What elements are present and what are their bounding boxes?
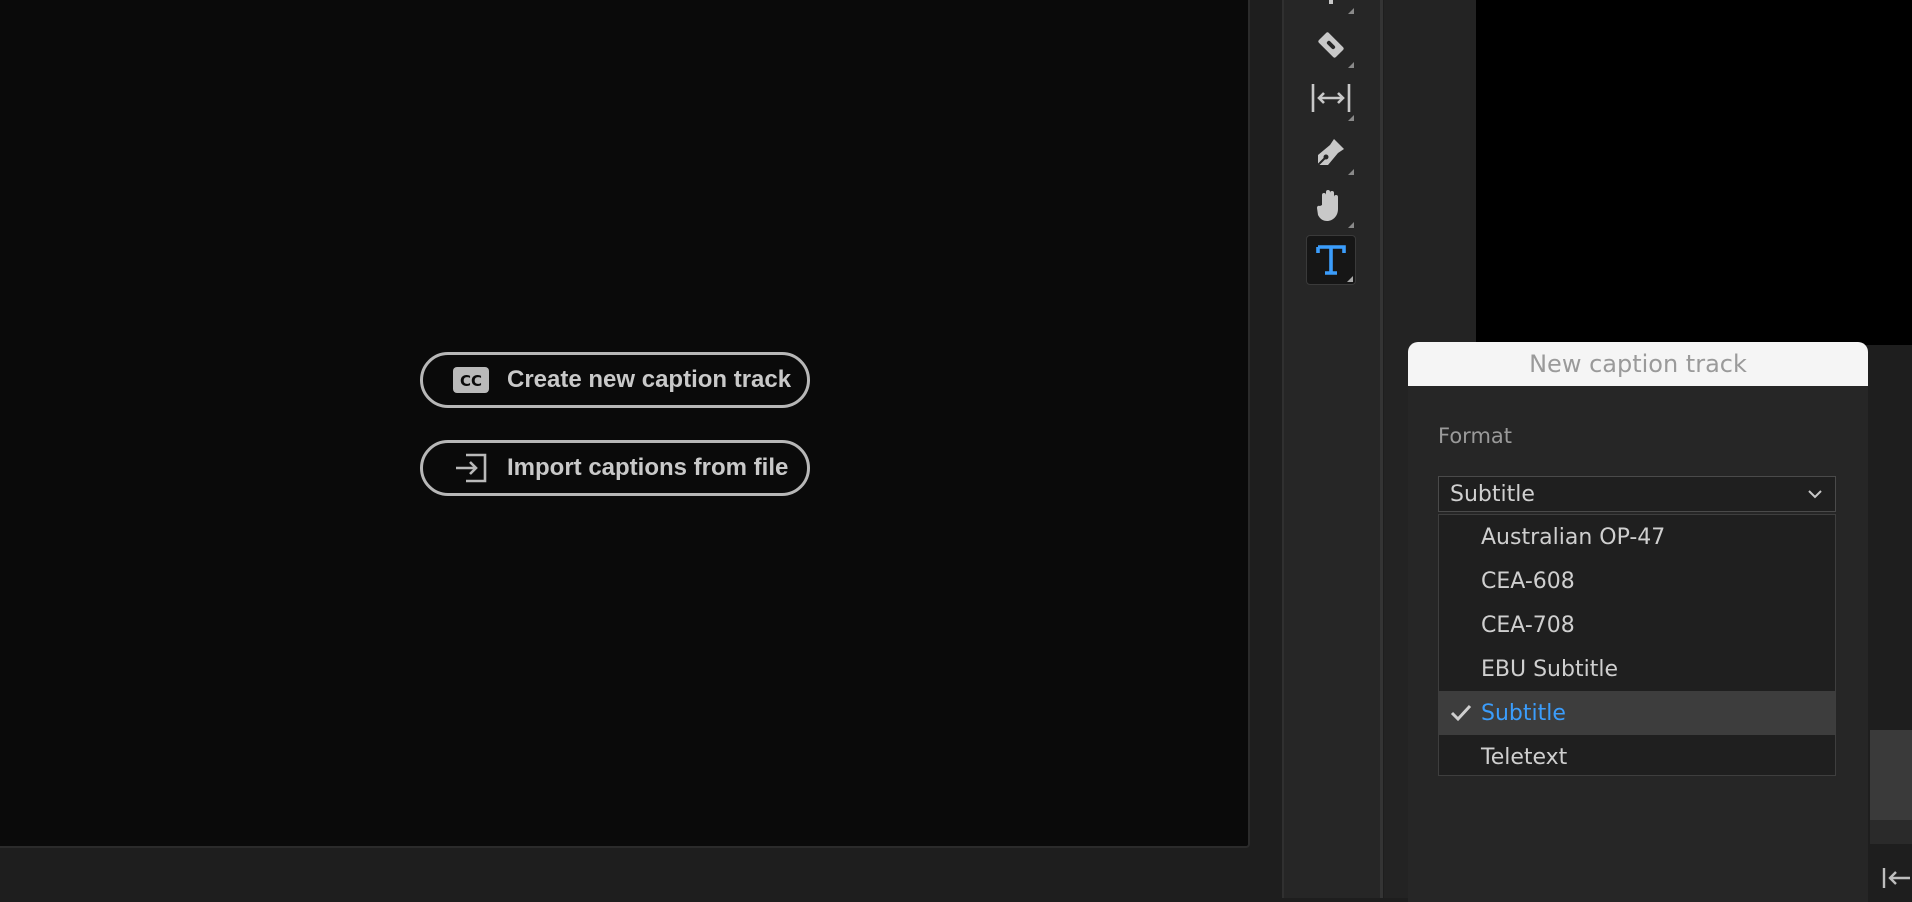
dialog-title: New caption track	[1408, 342, 1868, 386]
format-option-cea-608[interactable]: CEA-608	[1439, 559, 1835, 603]
format-select[interactable]: Subtitle	[1438, 476, 1836, 512]
type-tool[interactable]	[1306, 235, 1356, 285]
razor-blade-icon	[1318, 32, 1344, 58]
program-monitor-area	[1476, 0, 1912, 345]
format-dropdown-list: Australian OP-47 CEA-608 CEA-708 EBU Sub…	[1438, 514, 1836, 776]
hand-icon	[1316, 190, 1338, 221]
format-option-cea-708[interactable]: CEA-708	[1439, 603, 1835, 647]
captions-panel: CC Create new caption track Import capti…	[0, 0, 1250, 848]
format-option-teletext[interactable]: Teletext	[1439, 735, 1835, 779]
right-edge-panel-bar	[1870, 820, 1912, 844]
right-edge-panel	[1870, 730, 1912, 820]
create-caption-track-label: Create new caption track	[507, 366, 792, 393]
svg-text:CC: CC	[460, 372, 482, 390]
checkmark-icon	[1450, 704, 1472, 722]
slip-tool[interactable]	[1306, 73, 1356, 123]
pen-icon	[1317, 139, 1344, 166]
import-captions-label: Import captions from file	[507, 454, 789, 481]
option-label: EBU Subtitle	[1481, 656, 1618, 682]
format-option-ebu-subtitle[interactable]: EBU Subtitle	[1439, 647, 1835, 691]
hand-tool[interactable]	[1306, 180, 1356, 230]
pen-tool[interactable]	[1306, 127, 1356, 177]
option-label: Australian OP-47	[1481, 524, 1666, 550]
import-icon	[453, 453, 489, 483]
type-t-icon	[1316, 245, 1346, 275]
panel-divider[interactable]	[1250, 0, 1276, 898]
go-to-in-icon[interactable]	[1880, 864, 1912, 892]
slip-arrows-icon	[1311, 84, 1351, 112]
import-captions-button[interactable]: Import captions from file	[420, 440, 810, 496]
create-caption-track-button[interactable]: CC Create new caption track	[420, 352, 810, 408]
chevron-down-icon	[1808, 490, 1822, 499]
cc-icon: CC	[453, 366, 489, 394]
razor-tool[interactable]	[1306, 20, 1356, 70]
format-option-subtitle[interactable]: Subtitle	[1439, 691, 1835, 735]
option-label: Teletext	[1481, 744, 1568, 770]
option-label: Subtitle	[1481, 700, 1566, 726]
format-option-australian-op47[interactable]: Australian OP-47	[1439, 515, 1835, 559]
new-caption-track-dialog: New caption track Format Subtitle Austra…	[1408, 342, 1868, 902]
ripple-edit-icon	[1329, 0, 1333, 4]
option-label: CEA-708	[1481, 612, 1575, 638]
format-select-value: Subtitle	[1450, 481, 1535, 507]
option-label: CEA-608	[1481, 568, 1575, 594]
tools-panel	[1282, 0, 1383, 898]
format-label: Format	[1438, 424, 1513, 448]
ripple-edit-tool[interactable]	[1306, 0, 1356, 16]
